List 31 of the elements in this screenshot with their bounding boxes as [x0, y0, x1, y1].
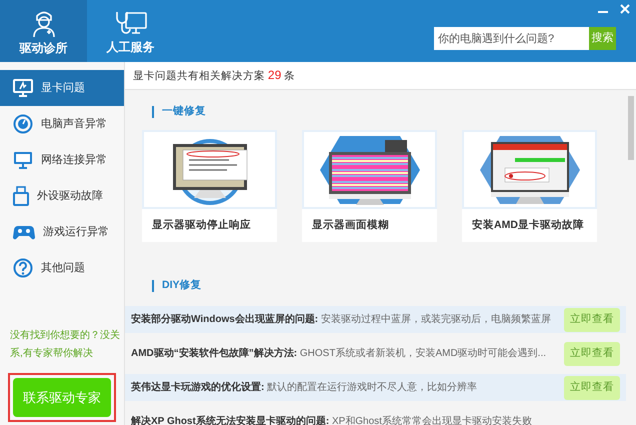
sidebar-item[interactable]: 其他问题: [0, 250, 124, 286]
header-tab[interactable]: 人工服务: [87, 0, 174, 62]
card-title: 显示器驱动停止响应: [152, 218, 251, 233]
fix-card[interactable]: 显示器画面模糊: [302, 130, 437, 242]
help-icon: [13, 258, 33, 278]
gauge-icon: [13, 114, 33, 134]
section-title: DIY修复: [162, 278, 202, 294]
monitor-icon: [13, 79, 33, 97]
fix-card[interactable]: 显示器驱动停止响应: [142, 130, 277, 242]
section-title: 一键修复: [162, 104, 206, 120]
card-title: 安装AMD显卡驱动故障: [472, 218, 584, 233]
monitor-icon: [13, 151, 33, 169]
gamepad-icon: [13, 224, 35, 240]
close-icon[interactable]: [620, 4, 630, 14]
solution-text: AMD驱动“安装软件包故障”解决方法: GHOST系统或者新装机，安装AMD驱动时可能会遇到...: [131, 346, 548, 361]
sidebar-item[interactable]: 电脑声音异常: [0, 106, 124, 142]
header-tab[interactable]: 驱动诊所: [0, 0, 87, 62]
solution-text: 英伟达显卡玩游戏的优化设置: 默认的配置在运行游戏时不尽人意，比如分辨率: [131, 380, 478, 395]
solution-count-text: 显卡问题共有相关解决方案 29 条: [133, 67, 296, 84]
sidebar-item[interactable]: 外设驱动故障: [0, 178, 124, 214]
solution-text: 安装部分驱动Windows会出现蓝屏的问题: 安装驱动过程中蓝屏，或装完驱动后，电脑频繁蓝屏: [131, 312, 552, 327]
scrollbar-thumb[interactable]: [628, 96, 634, 160]
fix-card[interactable]: 安装AMD显卡驱动故障: [462, 130, 597, 242]
sidebar-item[interactable]: 游戏运行异常: [0, 214, 124, 250]
card-title: 显示器画面模糊: [312, 218, 389, 233]
sidebar-item[interactable]: 网络连接异常: [0, 142, 124, 178]
usb-icon: [13, 186, 29, 206]
sidebar-item[interactable]: 显卡问题: [0, 70, 124, 106]
stethoscope-monitor-icon: [114, 9, 148, 37]
search-field[interactable]: 你的电脑遇到什么问题?: [434, 27, 589, 50]
help-hint: 没有找到你想要的？没关系,有专家帮你解决: [9, 328, 121, 361]
